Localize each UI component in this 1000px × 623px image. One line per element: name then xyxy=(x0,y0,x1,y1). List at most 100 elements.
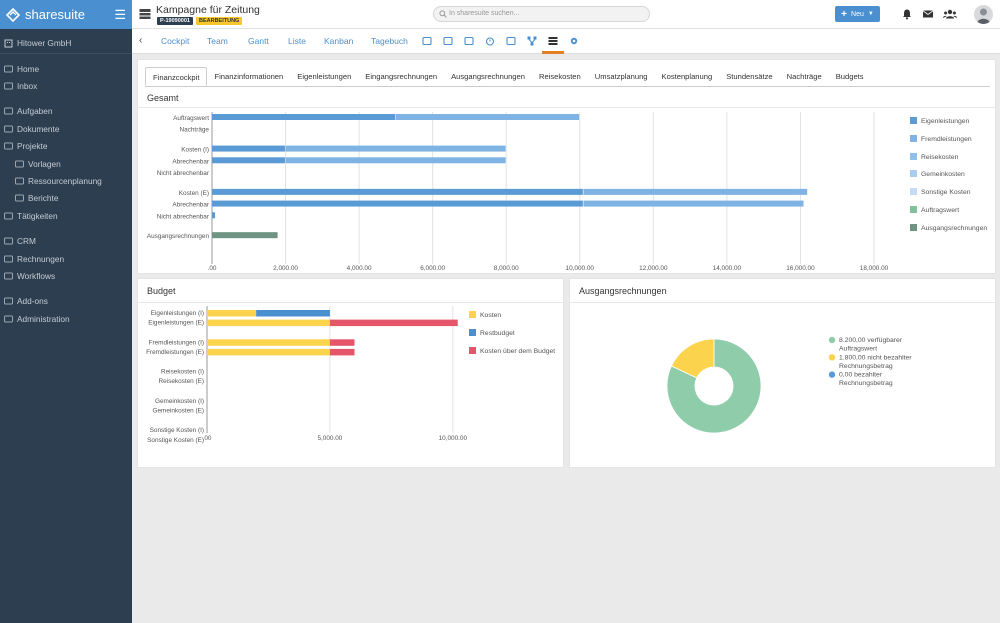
tab-liste[interactable]: Liste xyxy=(288,29,306,54)
tab-tagebuch[interactable]: Tagebuch xyxy=(371,29,408,54)
finance-tab-budgets[interactable]: Budgets xyxy=(829,67,871,86)
legend-label: Restbudget xyxy=(480,329,515,337)
bar-kosten[interactable] xyxy=(207,310,257,317)
finance-tab-eigenleistungen[interactable]: Eigenleistungen xyxy=(290,67,358,86)
finance-tab-finanzinformationen[interactable]: Finanzinformationen xyxy=(207,67,290,86)
sidebar: sharesuite ☰ Hitower GmbH Home Inbox Aufga… xyxy=(0,0,132,623)
folder-icon[interactable] xyxy=(464,36,474,46)
bar-kosten-ber-dem-budget[interactable] xyxy=(329,339,355,346)
legend-item[interactable]: Auftragswert xyxy=(910,206,959,214)
search-input[interactable]: In sharesuite suchen... xyxy=(433,6,650,22)
sidebar-item-ressourcenplanung[interactable]: Ressourcenplanung xyxy=(0,172,132,189)
bar-kosten[interactable] xyxy=(207,339,330,346)
category-label: Nicht abrechenbar xyxy=(157,213,210,220)
legend-item[interactable]: Eigenleistungen xyxy=(910,117,969,125)
legend-item[interactable]: Restbudget xyxy=(469,328,515,337)
sidebar-item-dokumente[interactable]: Dokumente xyxy=(0,120,132,137)
timer-icon[interactable] xyxy=(485,36,495,46)
legend-swatch xyxy=(910,134,917,142)
sidebar-item-t-tigkeiten[interactable]: Tätigkeiten xyxy=(0,207,132,224)
category-label: Nicht abrechenbar xyxy=(157,170,210,177)
finance-tab-kostenplanung[interactable]: Kostenplanung xyxy=(655,67,720,86)
finance-icon[interactable] xyxy=(548,36,558,46)
panel-title-ausgang: Ausgangsrechnungen xyxy=(579,286,667,296)
bar-fremdleistungen[interactable] xyxy=(285,145,506,152)
users-icon[interactable] xyxy=(943,8,957,20)
sidebar-item-label: Tätigkeiten xyxy=(17,210,58,221)
x-tick-label: 12,000.00 xyxy=(639,265,668,272)
bar-ausgangsrechnungen[interactable] xyxy=(212,232,278,239)
gear-icon[interactable] xyxy=(569,36,579,46)
finance-tab-umsatzplanung[interactable]: Umsatzplanung xyxy=(588,67,655,86)
sidebar-item-administration[interactable]: Administration xyxy=(0,310,132,327)
bar-kosten-ber-dem-budget[interactable] xyxy=(329,319,458,327)
sidebar-item-projekte[interactable]: Projekte xyxy=(0,138,132,155)
bar-eigenleistungen[interactable] xyxy=(212,114,396,120)
mail-icon[interactable] xyxy=(422,36,432,46)
bar-eigenleistungen[interactable] xyxy=(212,212,216,219)
bar-fremdleistungen[interactable] xyxy=(583,200,804,207)
legend-item[interactable]: Kosten xyxy=(469,311,501,319)
bar-eigenleistungen[interactable] xyxy=(212,188,583,195)
sidebar-item-crm[interactable]: CRM xyxy=(0,233,132,250)
tasks-icon xyxy=(4,107,14,115)
tab-kanban[interactable]: Kanban xyxy=(324,29,353,54)
bar-eigenleistungen[interactable] xyxy=(212,145,285,152)
legend-item[interactable]: Ausgangsrechnungen xyxy=(910,223,987,232)
bell-icon[interactable] xyxy=(901,8,913,20)
company-switcher[interactable]: Hitower GmbH xyxy=(0,32,132,54)
finance-tab-reisekosten[interactable]: Reisekosten xyxy=(532,67,588,86)
tab-team[interactable]: Team xyxy=(207,29,228,54)
bar-eigenleistungen[interactable] xyxy=(212,157,285,164)
bar-kosten[interactable] xyxy=(207,319,330,327)
sidebar-item-berichte[interactable]: Berichte xyxy=(0,190,132,207)
finance-tab-ausgangsrechnungen[interactable]: Ausgangsrechnungen xyxy=(444,67,532,86)
x-tick-label: 4,000.00 xyxy=(347,265,372,272)
finance-tab-nachtr-ge[interactable]: Nachträge xyxy=(780,67,829,86)
new-button-label: Neu xyxy=(851,10,864,18)
sidebar-item-add-ons[interactable]: Add-ons xyxy=(0,293,132,310)
sidebar-item-home[interactable]: Home xyxy=(0,60,132,77)
category-label: Eigenleistungen (I) xyxy=(151,310,204,317)
finance-tab-stundens-tze[interactable]: Stundensätze xyxy=(719,67,779,86)
workflow-icon[interactable] xyxy=(527,36,537,46)
finance-tab-eingangsrechnungen[interactable]: Eingangsrechnungen xyxy=(358,67,444,86)
bar-eigenleistungen[interactable] xyxy=(212,200,583,207)
x-tick-label: 5,000.00 xyxy=(317,435,342,442)
sidebar-item-vorlagen[interactable]: Vorlagen xyxy=(0,155,132,172)
legend-item[interactable]: Sonstige Kosten xyxy=(910,188,971,196)
category-label: Ausgangsrechnungen xyxy=(147,233,210,240)
sidebar-item-inbox[interactable]: Inbox xyxy=(0,77,132,94)
bar-kosten[interactable] xyxy=(207,348,330,356)
hamburger-menu-icon[interactable]: ☰ xyxy=(114,7,126,23)
category-label: Fremdleistungen (E) xyxy=(146,349,204,356)
bar-fremdleistungen[interactable] xyxy=(285,157,506,164)
legend-item[interactable]: Fremdleistungen xyxy=(910,134,972,143)
legend-item[interactable]: Gemeinkosten xyxy=(910,170,965,178)
tab-cockpit[interactable]: Cockpit xyxy=(161,29,189,54)
category-label: Fremdleistungen (I) xyxy=(149,339,204,346)
building-icon xyxy=(4,39,14,47)
new-button[interactable]: + Neu ▼ xyxy=(835,6,880,22)
top-bar: Kampagne für Zeitung P-19090001 BEARBEIT… xyxy=(132,0,1000,29)
category-label: Eigenleistungen (E) xyxy=(148,320,204,327)
document-icon[interactable] xyxy=(506,36,516,46)
sidebar-item-label: Projekte xyxy=(17,141,48,152)
tab-gantt[interactable]: Gantt xyxy=(248,29,269,54)
legend-item[interactable]: Reisekosten xyxy=(910,152,958,161)
chevron-left-icon[interactable]: ‹ xyxy=(139,35,147,47)
sidebar-item-rechnungen[interactable]: Rechnungen xyxy=(0,250,132,267)
x-tick-label: 10,000.00 xyxy=(439,435,468,442)
sidebar-item-workflows[interactable]: Workflows xyxy=(0,267,132,284)
bar-fremdleistungen[interactable] xyxy=(395,114,580,120)
list-icon[interactable] xyxy=(443,36,453,46)
bar-fremdleistungen[interactable] xyxy=(583,188,808,195)
x-tick-label: 10,000.00 xyxy=(566,265,595,272)
envelope-icon[interactable] xyxy=(922,8,934,20)
avatar[interactable] xyxy=(974,5,993,24)
bar-kosten-ber-dem-budget[interactable] xyxy=(329,348,355,356)
legend-item[interactable]: Kosten über dem Budget xyxy=(469,346,555,355)
sidebar-item-aufgaben[interactable]: Aufgaben xyxy=(0,103,132,120)
bar-restbudget[interactable] xyxy=(256,310,330,317)
finance-tab-finanzcockpit[interactable]: Finanzcockpit xyxy=(145,67,208,86)
